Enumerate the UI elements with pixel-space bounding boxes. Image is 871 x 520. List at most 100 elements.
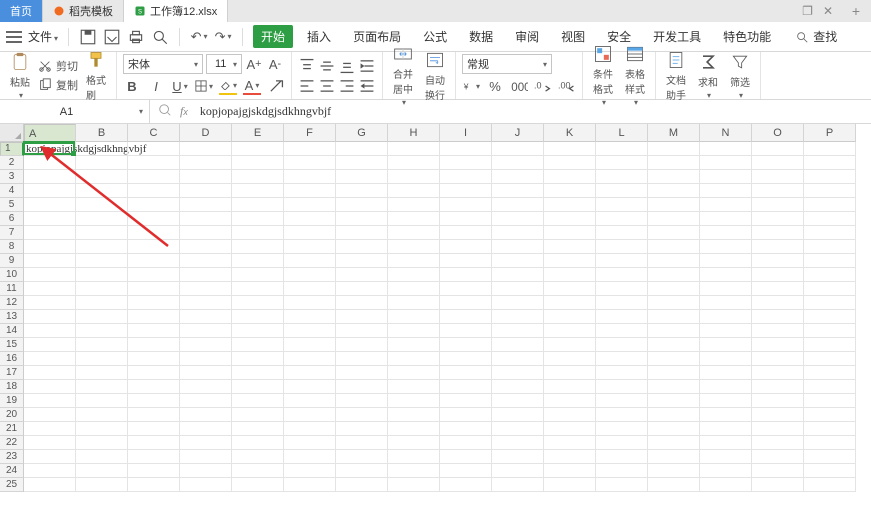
cell[interactable] (180, 422, 232, 436)
cell[interactable] (648, 408, 700, 422)
cell[interactable] (804, 422, 856, 436)
cell[interactable] (804, 394, 856, 408)
cell[interactable] (388, 394, 440, 408)
cell[interactable] (596, 338, 648, 352)
cell[interactable] (440, 450, 492, 464)
row-header[interactable]: 25 (0, 478, 24, 492)
cell[interactable] (24, 422, 76, 436)
cell[interactable] (336, 268, 388, 282)
restore-icon[interactable]: ❐ (802, 4, 813, 18)
cell[interactable] (128, 142, 180, 156)
cell[interactable] (284, 380, 336, 394)
cell[interactable] (284, 394, 336, 408)
search-box[interactable]: 查找 (795, 28, 837, 45)
cell[interactable] (24, 352, 76, 366)
cell[interactable] (544, 478, 596, 492)
cell[interactable] (232, 450, 284, 464)
cell[interactable] (440, 464, 492, 478)
cell[interactable] (284, 142, 336, 156)
cell[interactable] (180, 408, 232, 422)
cell[interactable] (388, 408, 440, 422)
row-header[interactable]: 1 (0, 142, 24, 156)
row-header[interactable]: 13 (0, 310, 24, 324)
cell[interactable] (544, 408, 596, 422)
cell[interactable] (180, 226, 232, 240)
fx-icon[interactable]: fx (180, 104, 188, 119)
cell[interactable] (700, 142, 752, 156)
cell[interactable] (544, 254, 596, 268)
tab-docktpl[interactable]: 稻壳模板 (43, 0, 124, 22)
cell[interactable] (440, 156, 492, 170)
cell[interactable] (128, 380, 180, 394)
cell[interactable] (440, 170, 492, 184)
cell[interactable] (804, 450, 856, 464)
cell[interactable] (492, 282, 544, 296)
row-headers[interactable]: 1234567891011121314151617181920212223242… (0, 142, 24, 492)
cell[interactable] (700, 338, 752, 352)
close-tab-icon[interactable]: ✕ (823, 4, 833, 18)
cell[interactable] (544, 394, 596, 408)
cell[interactable] (492, 310, 544, 324)
save-as-icon[interactable] (103, 28, 121, 46)
col-header[interactable]: K (544, 124, 596, 142)
cell[interactable] (492, 450, 544, 464)
cell[interactable] (752, 380, 804, 394)
cell[interactable] (648, 324, 700, 338)
cell[interactable] (544, 436, 596, 450)
cell[interactable] (388, 450, 440, 464)
cell[interactable] (128, 184, 180, 198)
cell[interactable] (596, 324, 648, 338)
tab-home[interactable]: 首页 (0, 0, 43, 22)
row-header[interactable]: 9 (0, 254, 24, 268)
cell[interactable] (76, 478, 128, 492)
cell[interactable] (752, 226, 804, 240)
col-header[interactable]: F (284, 124, 336, 142)
cell[interactable] (596, 296, 648, 310)
clear-format-button[interactable] (267, 77, 285, 95)
cell[interactable] (24, 338, 76, 352)
cell[interactable] (440, 184, 492, 198)
col-header[interactable]: E (232, 124, 284, 142)
cell[interactable] (180, 352, 232, 366)
cell[interactable] (76, 156, 128, 170)
col-header[interactable]: N (700, 124, 752, 142)
cell[interactable] (700, 352, 752, 366)
indent-increase-button[interactable] (358, 57, 376, 75)
copy-button[interactable]: 复制 (38, 77, 78, 93)
cell[interactable] (180, 450, 232, 464)
cell[interactable] (440, 226, 492, 240)
cell[interactable] (388, 212, 440, 226)
cell[interactable] (596, 436, 648, 450)
select-all-corner[interactable] (0, 124, 24, 142)
cell[interactable] (76, 170, 128, 184)
cell[interactable] (336, 422, 388, 436)
cell[interactable] (752, 142, 804, 156)
valign-top-button[interactable] (298, 57, 316, 75)
cell[interactable] (492, 380, 544, 394)
cell[interactable] (648, 464, 700, 478)
cell[interactable] (752, 240, 804, 254)
cell[interactable] (24, 380, 76, 394)
print-icon[interactable] (127, 28, 145, 46)
cell[interactable] (336, 142, 388, 156)
cell[interactable] (440, 310, 492, 324)
col-header[interactable]: J (492, 124, 544, 142)
cell[interactable] (232, 380, 284, 394)
cell[interactable] (232, 366, 284, 380)
cell[interactable] (232, 282, 284, 296)
cell[interactable] (492, 156, 544, 170)
cell[interactable] (388, 478, 440, 492)
cell[interactable] (76, 366, 128, 380)
cell[interactable] (544, 338, 596, 352)
cell[interactable] (24, 254, 76, 268)
cell[interactable] (700, 296, 752, 310)
cell[interactable] (128, 156, 180, 170)
undo-icon[interactable]: ↶▾ (190, 28, 208, 46)
cell[interactable] (336, 282, 388, 296)
cell[interactable] (180, 310, 232, 324)
ribbon-tab-view[interactable]: 视图 (553, 25, 593, 48)
cell[interactable] (232, 170, 284, 184)
spreadsheet-grid[interactable]: ABCDEFGHIJKLMNOP 12345678910111213141516… (0, 124, 871, 510)
cell[interactable] (128, 464, 180, 478)
cut-button[interactable]: 剪切 (38, 58, 78, 74)
